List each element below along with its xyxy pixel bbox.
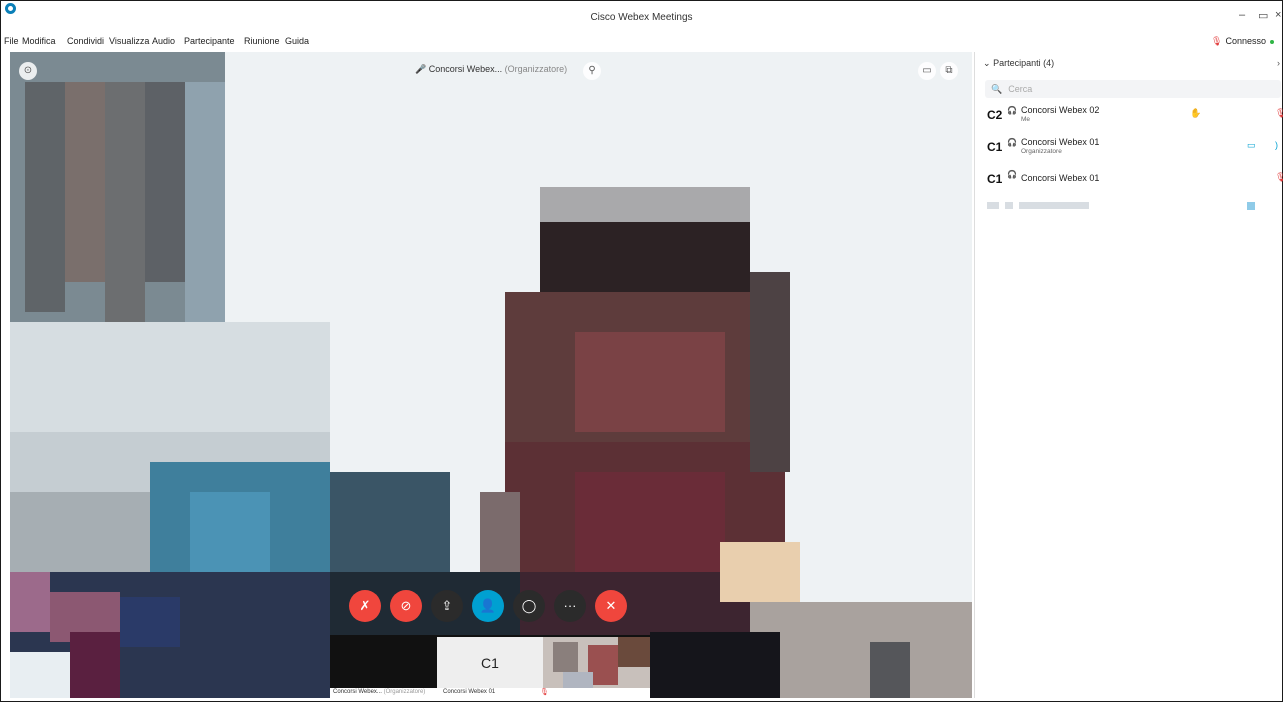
- stop-video-button[interactable]: ⊘: [390, 590, 422, 622]
- video-on-icon: ▭: [1247, 140, 1256, 150]
- menu-riunione[interactable]: Riunione: [244, 36, 280, 46]
- title-bar: Cisco Webex Meetings – ▭ ×: [1, 1, 1282, 33]
- participant-role: Me: [1021, 116, 1031, 123]
- mic-muted-icon: 🎙: [1275, 172, 1283, 182]
- menu-visualizza[interactable]: Visualizza: [109, 36, 149, 46]
- speaker-role: (Organizzatore): [504, 64, 568, 74]
- chevron-down-icon: ⌄: [983, 58, 991, 68]
- search-icon: 🔍: [991, 84, 1003, 94]
- menu-bar: File Modifica Condividi Visualizza Audio…: [1, 33, 1282, 51]
- participant-avatar: C1: [987, 140, 1003, 154]
- self-thumbnail[interactable]: C1: [437, 637, 543, 689]
- mic-muted-icon: 🎙: [1211, 36, 1223, 46]
- popout-icon[interactable]: ⧉: [940, 62, 958, 80]
- thumb-label-organizer: Concorsi Webex... (Organizzatore): [333, 689, 426, 695]
- participants-header[interactable]: ⌄ Partecipanti (4): [983, 58, 1054, 69]
- phone-icon: [1247, 202, 1255, 210]
- layout-icon[interactable]: ▭: [918, 62, 936, 80]
- window-title: Cisco Webex Meetings: [590, 12, 693, 23]
- participant-role: Organizzatore: [1021, 148, 1062, 155]
- lock-speaker-icon[interactable]: ⚲: [583, 62, 601, 80]
- close-button[interactable]: ×: [1275, 9, 1281, 21]
- connection-status-label: Connesso: [1225, 36, 1266, 46]
- participants-title: Partecipanti (4): [993, 58, 1055, 68]
- camera-thumbnail[interactable]: [543, 637, 650, 689]
- raise-hand-icon[interactable]: ✋: [1190, 108, 1201, 119]
- blurred-participant-row: [987, 200, 1097, 210]
- speaking-icon: ): [1275, 140, 1278, 150]
- restore-button[interactable]: ▭: [1258, 9, 1268, 22]
- headset-icon: 🎧: [1007, 170, 1017, 179]
- participants-icon: 👤: [479, 598, 497, 613]
- headset-icon: 🎧: [1007, 106, 1017, 115]
- thumbnail-labels: Concorsi Webex... (Organizzatore) Concor…: [330, 688, 650, 698]
- mic-off-icon: ✗: [359, 598, 371, 613]
- menu-condividi[interactable]: Condividi: [67, 36, 104, 46]
- mic-muted-icon: 🎙: [1275, 108, 1283, 118]
- participant-name: Concorsi Webex 01: [1021, 173, 1100, 183]
- mute-button[interactable]: ✗: [349, 590, 381, 622]
- connection-status: 🎙 Connesso: [1211, 36, 1274, 47]
- camera-thumbnail-feed: [543, 637, 650, 689]
- participant-avatar: C1: [987, 172, 1003, 186]
- main-video: ⊙ 🎤 Concorsi Webex... (Organizzatore) ⚲ …: [10, 52, 972, 698]
- participant-name: Concorsi Webex 02: [1021, 105, 1100, 115]
- participants-panel: ⌄ Partecipanti (4) › 🔍 Cerca C2 🎧 Concors…: [974, 52, 1283, 698]
- menu-partecipante[interactable]: Partecipante: [184, 36, 235, 46]
- search-placeholder: Cerca: [1008, 84, 1033, 94]
- thumb-label-self: Concorsi Webex 01: [443, 689, 496, 695]
- participants-search-input[interactable]: 🔍 Cerca: [985, 80, 1281, 98]
- meeting-controls: ✗ ⊘ ⇪ 👤 ◯ ··· ✕: [347, 590, 647, 630]
- participants-button[interactable]: 👤: [472, 590, 504, 622]
- participant-row[interactable]: C1 🎧 Concorsi Webex 01 Organizzatore ▭ ): [985, 136, 1283, 160]
- share-button[interactable]: ⇪: [431, 590, 463, 622]
- speaker-mic-icon: 🎤: [415, 64, 427, 74]
- menu-audio[interactable]: Audio: [152, 36, 175, 46]
- headset-icon: 🎧: [1007, 138, 1017, 147]
- participant-name: Concorsi Webex 01: [1021, 137, 1100, 147]
- camera-off-icon: ⊘: [400, 598, 412, 613]
- webex-window: Cisco Webex Meetings – ▭ × File Modifica…: [0, 0, 1283, 702]
- participant-row[interactable]: C2 🎧 Concorsi Webex 02 Me ✋ 🎙: [985, 104, 1283, 128]
- more-button[interactable]: ···: [554, 590, 586, 622]
- info-icon[interactable]: ⊙: [19, 62, 37, 80]
- thumb-mic-muted-icon: 🎙: [540, 689, 549, 696]
- video-thumbnails: C1 Concorsi Webex... (Organizzatore) Con…: [330, 635, 650, 698]
- self-initials: C1: [481, 655, 499, 671]
- speaker-name: Concorsi Webex...: [428, 64, 503, 74]
- share-icon: ⇪: [441, 598, 453, 613]
- minimize-button[interactable]: –: [1239, 9, 1245, 21]
- active-speaker-label: 🎤 Concorsi Webex... (Organizzatore): [415, 64, 567, 75]
- close-icon: ✕: [605, 598, 617, 613]
- connected-dot-icon: [1270, 39, 1274, 44]
- chat-icon: ◯: [521, 598, 537, 613]
- more-icon: ···: [563, 598, 577, 613]
- participant-row[interactable]: C1 🎧 Concorsi Webex 01 🎙: [985, 168, 1283, 192]
- video-header: ⊙ 🎤 Concorsi Webex... (Organizzatore) ⚲ …: [10, 52, 972, 90]
- chat-button[interactable]: ◯: [513, 590, 545, 622]
- leave-button[interactable]: ✕: [595, 590, 627, 622]
- panel-close-icon[interactable]: ›: [1277, 58, 1280, 68]
- menu-file[interactable]: File: [4, 36, 19, 46]
- menu-modifica[interactable]: Modifica: [22, 36, 56, 46]
- participant-avatar: C2: [987, 108, 1003, 122]
- menu-guida[interactable]: Guida: [285, 36, 309, 46]
